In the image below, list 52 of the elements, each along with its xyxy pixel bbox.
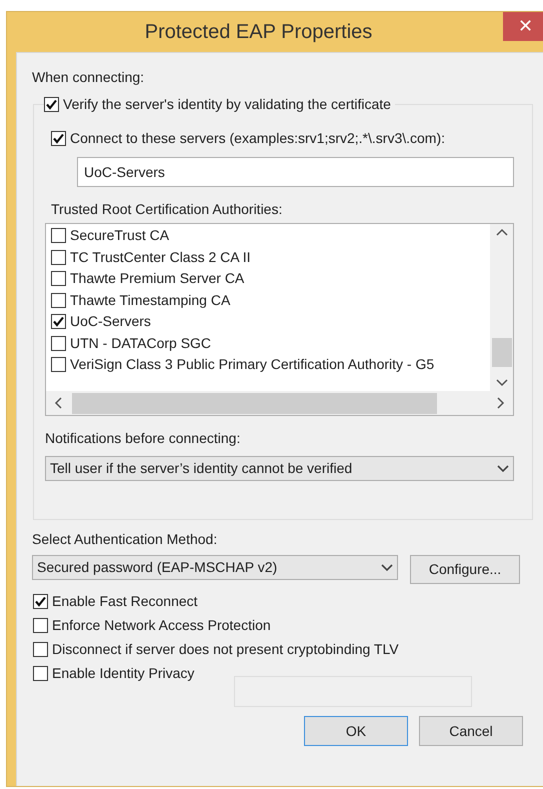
list-item[interactable]: Thawte Premium Server CA xyxy=(70,268,244,290)
checkbox-label: Enable Identity Privacy xyxy=(52,664,194,683)
checkbox[interactable] xyxy=(51,131,66,146)
horizontal-scrollbar[interactable] xyxy=(46,391,513,415)
chevron-down-icon xyxy=(381,564,394,572)
checkmark-icon xyxy=(52,132,65,145)
scrollbar-thumb[interactable] xyxy=(492,338,512,367)
checkbox[interactable] xyxy=(51,357,66,372)
scroll-right-icon[interactable] xyxy=(497,397,505,409)
field-label: Notifications before connecting: xyxy=(45,429,242,448)
checkbox[interactable] xyxy=(33,666,48,680)
checkbox-label: Enable Fast Reconnect xyxy=(52,592,198,610)
list-item[interactable]: TC TrustCenter Class 2 CA II xyxy=(70,246,250,268)
list-item[interactable]: SecureTrust CA xyxy=(70,225,170,246)
list-label: Trusted Root Certification Authorities: xyxy=(51,200,284,219)
checkbox[interactable] xyxy=(51,336,66,351)
checkbox[interactable] xyxy=(33,618,48,632)
checkbox[interactable] xyxy=(51,314,66,330)
window-title: Protected EAP Properties xyxy=(144,20,372,45)
servers-input-field[interactable]: UoC-Servers xyxy=(77,157,514,187)
checkbox[interactable] xyxy=(51,228,66,244)
list-item[interactable]: Thawte Timestamping CA xyxy=(70,290,230,311)
checkmark-icon xyxy=(52,315,65,328)
checkbox[interactable] xyxy=(51,250,66,265)
list-item[interactable]: UTN - DATACorp SGC xyxy=(70,332,212,354)
section-label: When connecting: xyxy=(32,68,146,87)
list-item[interactable]: VeriSign Class 3 Public Primary Certification Authority - G5 xyxy=(70,354,434,376)
field-label: Select Authentication Method: xyxy=(32,530,218,549)
checkbox[interactable] xyxy=(51,271,66,286)
checkbox-label: Enforce Network Access Protection xyxy=(52,616,271,634)
checkbox[interactable] xyxy=(51,292,66,308)
scrollbar-thumb[interactable] xyxy=(72,392,437,414)
auth-method-dropdown[interactable]: Secured password (EAP-MSCHAP v2) xyxy=(32,555,398,580)
checkbox-label: Verify the server's identity by validating the certificate xyxy=(63,95,391,114)
notifications-dropdown[interactable]: Tell user if the server’s identity cannot be verified xyxy=(45,456,514,481)
vertical-scrollbar[interactable] xyxy=(490,224,513,391)
scroll-up-icon[interactable] xyxy=(496,228,508,236)
configure-button[interactable]: Configure... xyxy=(410,555,520,584)
checkbox[interactable] xyxy=(44,97,59,112)
scroll-down-icon[interactable] xyxy=(496,379,508,387)
scroll-left-icon[interactable] xyxy=(54,397,62,409)
dialog-button[interactable]: OK xyxy=(304,716,408,746)
checkmark-icon xyxy=(45,98,58,111)
checkbox-label: Connect to these servers (examples:srv1;srv2;.*\.srv3\.com): xyxy=(70,129,446,148)
checkbox-label: Disconnect if server does not present cryptobinding TLV xyxy=(52,640,399,659)
dialog-button[interactable]: Cancel xyxy=(419,716,523,746)
checkbox[interactable] xyxy=(33,642,48,656)
checkbox[interactable] xyxy=(33,594,48,608)
checkmark-icon xyxy=(34,594,47,608)
list-item[interactable]: UoC-Servers xyxy=(70,311,151,332)
chevron-down-icon xyxy=(497,464,509,472)
close-button[interactable]: ✕ xyxy=(503,12,543,41)
